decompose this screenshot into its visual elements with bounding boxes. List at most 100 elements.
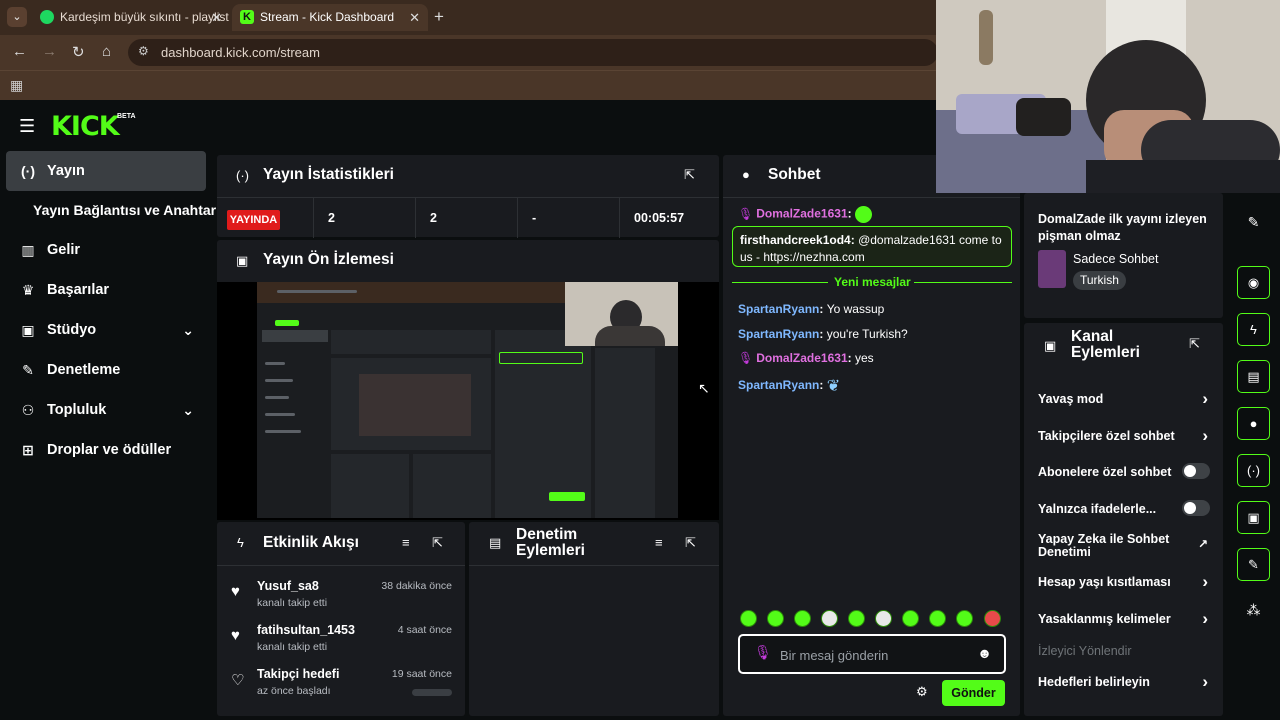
close-tab-icon[interactable]: ✕ xyxy=(409,4,420,31)
document-icon: ▤ xyxy=(489,535,502,550)
emote-icon[interactable] xyxy=(984,610,1001,627)
chat-username[interactable]: DomalZade1631 xyxy=(756,351,847,365)
chat-username[interactable]: SpartanRyann xyxy=(738,302,819,316)
chat-message[interactable]: SpartanRyann: ❦ xyxy=(738,376,840,396)
emote-icon[interactable] xyxy=(929,610,946,627)
rail-camera-button[interactable]: ◉ xyxy=(1237,266,1270,299)
sidebar-item-yayin[interactable]: (·) Yayın xyxy=(6,151,206,191)
emoji-picker-icon[interactable]: ☻ xyxy=(977,645,992,661)
gift-icon: ⊞ xyxy=(22,442,34,458)
emote-quick-bar xyxy=(738,610,1008,630)
reload-icon[interactable]: ↻ xyxy=(72,43,85,61)
chat-username[interactable]: firsthandcreek1od4 xyxy=(740,233,851,247)
chat-input[interactable]: 🎙 ☻ xyxy=(738,634,1006,674)
chat-message[interactable]: SpartanRyann: you're Turkish? xyxy=(738,327,908,341)
action-banned-words[interactable]: Yasaklanmış kelimeler › xyxy=(1038,609,1212,628)
chat-text: yes xyxy=(854,351,874,365)
preview-icon: ▣ xyxy=(236,253,249,268)
apps-grid-icon[interactable]: ▦ xyxy=(10,77,23,94)
subscribers-only-toggle[interactable] xyxy=(1182,463,1210,479)
site-info-icon[interactable]: ⚙ xyxy=(138,44,149,58)
rail-document-button[interactable]: ▤ xyxy=(1237,360,1270,393)
home-icon[interactable]: ⌂ xyxy=(102,43,111,60)
emote-icon xyxy=(854,206,872,223)
activity-desc: kanalı takip etti xyxy=(257,641,328,653)
popout-icon[interactable]: ⇱ xyxy=(432,535,443,551)
broadcast-icon: (·) xyxy=(236,168,249,183)
send-button[interactable]: Gönder xyxy=(942,680,1005,706)
action-slow-mode[interactable]: Yavaş mod › xyxy=(1038,389,1212,408)
sidebar-item-droplar[interactable]: ⊞ Droplar ve ödüller xyxy=(6,430,206,470)
chat-settings-gear-icon[interactable]: ⚙ xyxy=(916,684,928,700)
action-set-goals[interactable]: Hedefleri belirleyin › xyxy=(1038,672,1212,691)
wrench-icon: ✎ xyxy=(22,362,34,378)
rail-broadcast-button[interactable]: (·) xyxy=(1237,454,1270,487)
emote-icon[interactable] xyxy=(740,610,757,627)
chat-username[interactable]: DomalZade1631 xyxy=(756,207,847,221)
new-tab-button[interactable]: + xyxy=(434,7,444,27)
sidebar-item-stream-key[interactable]: Yayın Bağlantısı ve Anahtarı xyxy=(33,202,220,218)
activity-item[interactable]: ♥ Yusuf_sa8 kanalı takip etti 38 dakika … xyxy=(217,575,465,619)
filter-icon[interactable]: ≡ xyxy=(402,535,410,550)
menu-icon[interactable]: ☰ xyxy=(19,116,35,137)
preview-thumbnail xyxy=(257,282,678,518)
activity-desc: az önce başladı xyxy=(257,685,331,697)
tab-search-button[interactable]: ⌄ xyxy=(7,7,27,27)
emote-icon[interactable] xyxy=(956,610,973,627)
sidebar-item-gelir[interactable]: ▥ Gelir xyxy=(6,230,206,270)
rail-more-icon[interactable]: ⁂ xyxy=(1237,594,1270,627)
language-tag: Turkish xyxy=(1073,271,1126,290)
activity-item[interactable]: ♥ fatihsultan_1453 kanalı takip etti 4 s… xyxy=(217,619,465,663)
activity-item[interactable]: ♡ Takipçi hedefi az önce başladı 19 saat… xyxy=(217,663,465,707)
sidebar-item-basarilar[interactable]: ♛ Başarılar xyxy=(6,270,206,310)
popout-icon[interactable]: ⇱ xyxy=(685,535,696,551)
mic-badge-icon: 🎙 xyxy=(738,351,754,365)
emote-icon: ❦ xyxy=(826,378,841,395)
highlighted-chat-message[interactable]: firsthandcreek1od4: @domalzade1631 come … xyxy=(732,226,1012,267)
close-tab-icon[interactable]: ✕ xyxy=(211,4,222,31)
back-icon[interactable]: ← xyxy=(12,43,27,60)
action-followers-only[interactable]: Takipçilere özel sohbet › xyxy=(1038,426,1212,445)
emote-icon[interactable] xyxy=(902,610,919,627)
filter-icon[interactable]: ≡ xyxy=(655,535,663,550)
lightning-icon: ϟ xyxy=(237,535,244,550)
forward-icon[interactable]: → xyxy=(42,43,57,60)
emote-icon[interactable] xyxy=(821,610,838,627)
emote-icon[interactable] xyxy=(794,610,811,627)
rail-video-button[interactable]: ▣ xyxy=(1237,501,1270,534)
chevron-right-icon: › xyxy=(1202,426,1208,445)
action-ai-moderation[interactable]: Yapay Zeka ile Sohbet Denetimi ↗ xyxy=(1038,533,1208,559)
stream-title[interactable]: DomalZade ilk yayını izleyen pişman olma… xyxy=(1038,211,1216,245)
followers-stat: 2 xyxy=(416,198,518,238)
sidebar-item-studyo[interactable]: ▣ Stüdyo ⌄ xyxy=(6,310,206,350)
popout-icon[interactable]: ⇱ xyxy=(1189,336,1200,352)
popout-icon[interactable]: ⇱ xyxy=(684,167,695,183)
sidebar-item-topluluk[interactable]: ⚇ Topluluk ⌄ xyxy=(6,390,206,430)
rail-wrench-button[interactable]: ✎ xyxy=(1237,548,1270,581)
chat-message[interactable]: 🎙 DomalZade1631: xyxy=(738,206,872,223)
rail-lightning-button[interactable]: ϟ xyxy=(1237,313,1270,346)
url-text: dashboard.kick.com/stream xyxy=(161,45,320,60)
emotes-only-toggle[interactable] xyxy=(1182,500,1210,516)
sidebar-item-denetleme[interactable]: ✎ Denetleme xyxy=(6,350,206,390)
chevron-right-icon: › xyxy=(1202,572,1208,591)
kick-logo[interactable]: KICK xyxy=(51,111,120,142)
browser-tab-spotify[interactable]: Kardeşim büyük sıkıntı - playlist ✕ xyxy=(32,4,230,31)
emote-icon[interactable] xyxy=(875,610,892,627)
category-name[interactable]: Sadece Sohbet xyxy=(1073,252,1159,266)
chat-username[interactable]: SpartanRyann xyxy=(738,327,819,341)
goal-progress-bar xyxy=(412,689,452,696)
action-subscribers-only[interactable]: Abonelere özel sohbet xyxy=(1038,463,1212,479)
emote-icon[interactable] xyxy=(848,610,865,627)
action-account-age[interactable]: Hesap yaşı kısıtlaması › xyxy=(1038,572,1212,591)
url-field[interactable]: ⚙ dashboard.kick.com/stream xyxy=(128,39,938,66)
chat-message-field[interactable] xyxy=(780,645,970,665)
chat-username[interactable]: SpartanRyann xyxy=(738,378,819,392)
action-emotes-only[interactable]: Yalnızca ifadelerle... xyxy=(1038,500,1212,516)
chat-message[interactable]: SpartanRyann: Yo wassup xyxy=(738,302,884,316)
browser-tab-kick[interactable]: Stream - Kick Dashboard ✕ xyxy=(232,4,428,31)
edit-pencil-icon[interactable]: ✎ xyxy=(1237,206,1270,239)
chat-message[interactable]: 🎙 DomalZade1631: yes xyxy=(738,351,874,365)
emote-icon[interactable] xyxy=(767,610,784,627)
rail-chat-button[interactable]: ● xyxy=(1237,407,1270,440)
